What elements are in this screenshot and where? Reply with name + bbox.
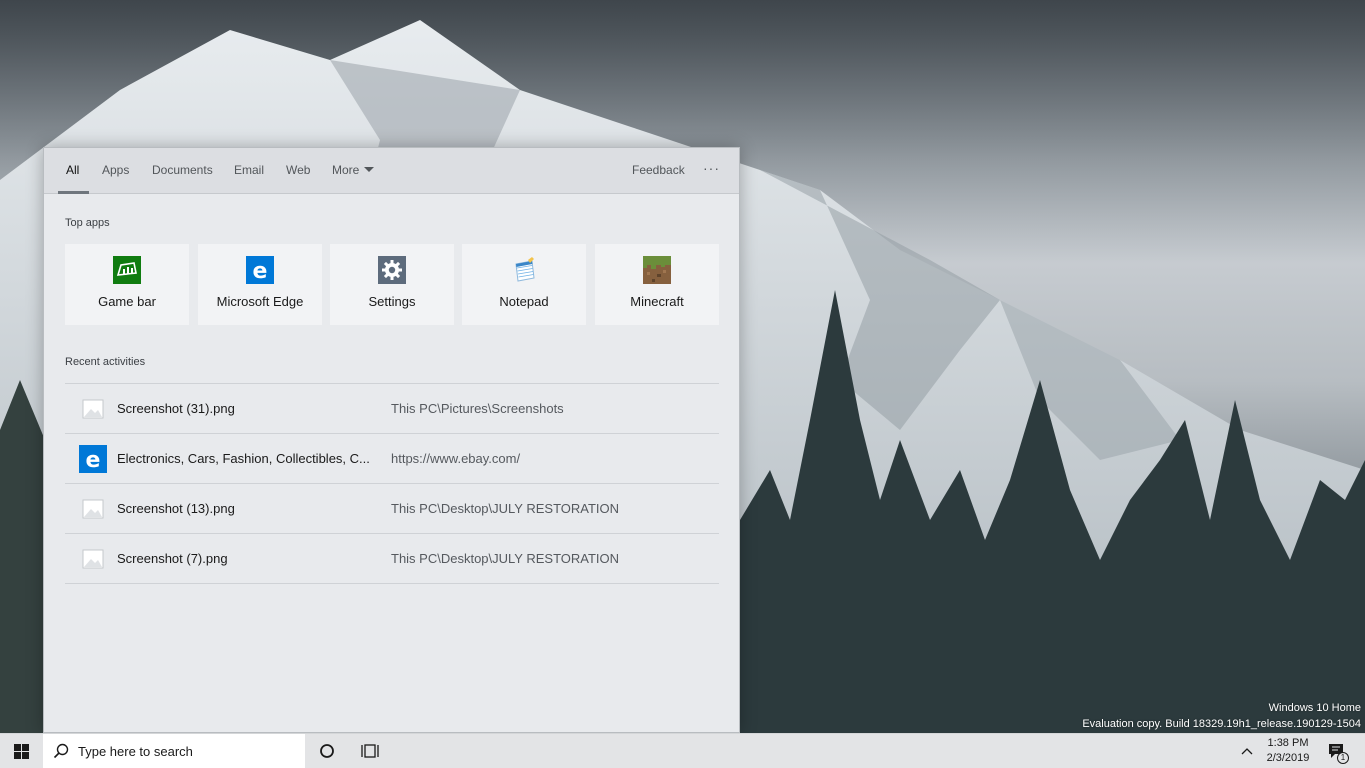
notification-count-badge: 1 — [1337, 752, 1349, 764]
chevron-down-icon — [364, 167, 375, 172]
tab-all[interactable]: All — [57, 148, 90, 194]
search-panel-header: All Apps Documents Email Web More Feedba… — [44, 148, 739, 194]
gear-icon — [378, 256, 406, 284]
search-icon — [53, 743, 69, 759]
recent-item-ebay[interactable]: e Electronics, Cars, Fashion, Collectibl… — [65, 434, 719, 484]
app-tile-label: Microsoft Edge — [216, 294, 304, 309]
clock-date: 2/3/2019 — [1266, 752, 1310, 764]
recent-item-name: Screenshot (13).png — [117, 501, 235, 516]
task-view-icon — [361, 744, 379, 758]
action-center-button[interactable]: 1 — [1322, 734, 1352, 768]
recent-item-screenshot-13[interactable]: Screenshot (13).png This PC\Desktop\JULY… — [65, 484, 719, 534]
recent-item-path: This PC\Desktop\JULY RESTORATION — [391, 501, 620, 516]
recent-item-screenshot-31[interactable]: Screenshot (31).png This PC\Pictures\Scr… — [65, 384, 719, 434]
windows-logo-icon — [14, 744, 29, 759]
tab-more[interactable]: More — [332, 148, 375, 193]
svg-text:e: e — [86, 448, 101, 473]
app-tile-minecraft[interactable]: Minecraft — [595, 244, 719, 325]
notification-icon — [1329, 744, 1343, 758]
show-hidden-icons-button[interactable] — [1238, 734, 1256, 768]
recent-activities-heading: Recent activities — [65, 356, 146, 368]
more-options-button[interactable]: ··· — [703, 148, 720, 193]
recent-item-name: Screenshot (7).png — [117, 551, 228, 566]
minecraft-icon — [643, 256, 671, 284]
edge-icon: e — [246, 256, 274, 284]
image-file-icon — [82, 549, 104, 569]
tab-apps[interactable]: Apps — [102, 148, 129, 193]
app-tile-label: Game bar — [98, 294, 156, 309]
svg-text:e: e — [253, 259, 268, 284]
recent-activities-list: Screenshot (31).png This PC\Pictures\Scr… — [65, 383, 719, 584]
cortana-button[interactable] — [313, 734, 341, 768]
edge-icon: e — [79, 445, 107, 473]
recent-item-name: Screenshot (31).png — [117, 401, 235, 416]
clock-time: 1:38 PM — [1267, 737, 1309, 749]
search-placeholder: Type here to search — [78, 744, 193, 759]
recent-item-path: This PC\Pictures\Screenshots — [391, 401, 564, 416]
app-tile-label: Settings — [368, 294, 416, 309]
image-file-icon — [82, 399, 104, 419]
recent-item-path: https://www.ebay.com/ — [391, 451, 521, 466]
watermark-build: Evaluation copy. Build 18329.19h1_releas… — [1082, 718, 1361, 730]
app-tile-notepad[interactable]: Notepad — [462, 244, 586, 325]
feedback-link[interactable]: Feedback — [632, 148, 685, 193]
watermark-edition: Windows 10 Home — [1268, 702, 1361, 714]
app-tile-microsoft-edge[interactable]: e Microsoft Edge — [198, 244, 322, 325]
task-view-button[interactable] — [355, 734, 383, 768]
search-panel: All Apps Documents Email Web More Feedba… — [43, 147, 740, 733]
game-bar-icon — [113, 256, 141, 284]
start-button[interactable] — [0, 734, 43, 768]
tab-web[interactable]: Web — [286, 148, 310, 193]
recent-item-screenshot-7[interactable]: Screenshot (7).png This PC\Desktop\JULY … — [65, 534, 719, 584]
tab-email[interactable]: Email — [234, 148, 264, 193]
app-tile-label: Minecraft — [630, 294, 684, 309]
image-file-icon — [82, 499, 104, 519]
app-tile-game-bar[interactable]: Game bar — [65, 244, 189, 325]
recent-item-name: Electronics, Cars, Fashion, Collectibles… — [117, 451, 370, 466]
chevron-up-icon — [1241, 748, 1253, 755]
tab-more-label: More — [332, 163, 360, 177]
tab-documents[interactable]: Documents — [152, 148, 213, 193]
taskbar-clock[interactable]: 1:38 PM 2/3/2019 — [1262, 736, 1314, 767]
notepad-icon — [515, 257, 535, 282]
taskbar: Type here to search 1:38 PM 2/3/2019 1 — [0, 733, 1365, 768]
top-apps-heading: Top apps — [65, 217, 110, 229]
app-tile-label: Notepad — [499, 294, 549, 309]
cortana-icon — [320, 744, 334, 758]
recent-item-path: This PC\Desktop\JULY RESTORATION — [391, 551, 620, 566]
taskbar-search-box[interactable]: Type here to search — [43, 734, 305, 768]
app-tile-settings[interactable]: Settings — [330, 244, 454, 325]
